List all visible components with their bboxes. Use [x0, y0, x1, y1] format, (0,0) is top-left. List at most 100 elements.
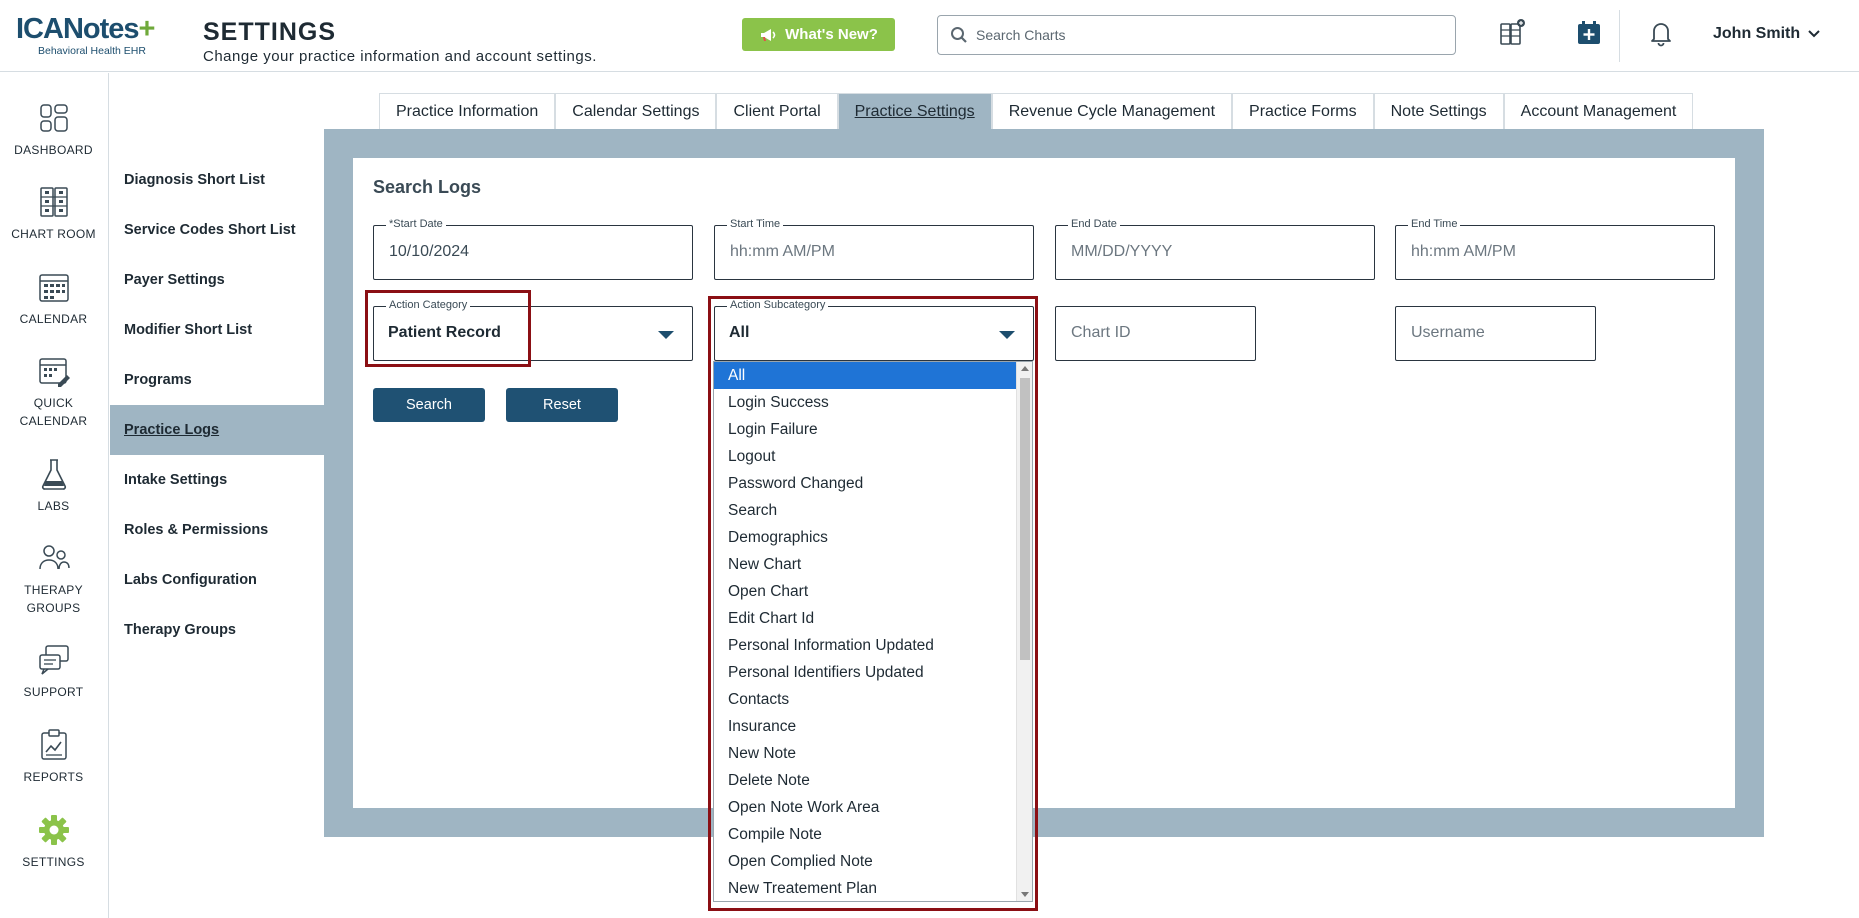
action-category-select[interactable]: Action Category Patient Record [373, 299, 693, 361]
dropdown-option[interactable]: Search [714, 497, 1017, 524]
dropdown-option[interactable]: Login Failure [714, 416, 1017, 443]
tab-practice-forms[interactable]: Practice Forms [1232, 93, 1374, 129]
chevron-down-icon [1808, 30, 1820, 38]
section-title: Search Logs [373, 177, 482, 197]
nav-label: QUICK CALENDAR [19, 396, 88, 428]
nav-settings[interactable]: SETTINGS [0, 813, 107, 871]
tab-revenue-cycle-management[interactable]: Revenue Cycle Management [991, 93, 1233, 129]
tab-practice-settings[interactable]: Practice Settings [837, 93, 992, 129]
dropdown-option[interactable]: Password Changed [714, 470, 1017, 497]
action-subcategory-dropdown-list[interactable]: All Login Success Login Failure Logout Passw… [713, 361, 1033, 902]
tab-client-portal[interactable]: Client Portal [716, 93, 838, 129]
nav-reports[interactable]: REPORTS [0, 728, 107, 786]
dropdown-option[interactable]: Login Success [714, 389, 1017, 416]
add-calendar-button[interactable] [1572, 16, 1606, 50]
nav-calendar[interactable]: CALENDAR [0, 270, 107, 328]
dropdown-option[interactable]: Open Complied Note [714, 848, 1017, 875]
icanotes-logo[interactable]: ICANotes+ Behavioral Health EHR [16, 14, 176, 60]
nav-dashboard[interactable]: DASHBOARD [0, 101, 107, 159]
username-field[interactable]: Username [1395, 306, 1596, 361]
action-subcategory-select[interactable]: Action Subcategory All [714, 299, 1034, 361]
search-charts-box[interactable] [937, 15, 1456, 55]
settings-tabs: Practice Information Calendar Settings C… [379, 93, 1694, 129]
submenu-diagnosis-short-list[interactable]: Diagnosis Short List [110, 155, 324, 205]
dropdown-option[interactable]: New Treatement Plan [714, 875, 1017, 901]
dropdown-option[interactable]: Open Chart [714, 578, 1017, 605]
action-subcategory-value: All [729, 324, 750, 341]
logo-wordmark: ICANotes [16, 13, 140, 45]
submenu-labs-configuration[interactable]: Labs Configuration [110, 555, 324, 605]
submenu-payer-settings[interactable]: Payer Settings [110, 255, 324, 305]
dropdown-option[interactable]: Contacts [714, 686, 1017, 713]
therapy-groups-icon [38, 545, 70, 570]
action-category-label: Action Category [386, 299, 471, 311]
dropdown-option[interactable]: Compile Note [714, 821, 1017, 848]
tab-calendar-settings[interactable]: Calendar Settings [555, 93, 717, 129]
chart-room-icon [39, 187, 68, 217]
start-time-placeholder: hh:mm AM/PM [730, 243, 835, 260]
dropdown-option[interactable]: Logout [714, 443, 1017, 470]
page-subtitle: Change your practice information and acc… [203, 48, 597, 65]
end-date-field[interactable]: End Date MM/DD/YYYY [1055, 218, 1375, 280]
user-menu[interactable]: John Smith [1713, 25, 1820, 43]
nav-labs[interactable]: LABS [0, 457, 107, 515]
nav-quick-calendar[interactable]: QUICK CALENDAR [0, 354, 107, 430]
calendar-icon [38, 274, 69, 302]
nav-chart-room[interactable]: CHART ROOM [0, 185, 107, 243]
dropdown-option[interactable]: Edit Chart Id [714, 605, 1017, 632]
start-time-field[interactable]: Start Time hh:mm AM/PM [714, 218, 1034, 280]
start-date-label: *Start Date [386, 218, 446, 230]
reset-button[interactable]: Reset [506, 388, 618, 422]
dropdown-option[interactable]: Personal Information Updated [714, 632, 1017, 659]
dropdown-caret-icon [658, 331, 674, 339]
app-header: ICANotes+ Behavioral Health EHR SETTINGS… [0, 0, 1859, 72]
dropdown-option[interactable]: New Note [714, 740, 1017, 767]
action-subcategory-label: Action Subcategory [727, 299, 829, 311]
dashboard-icon [39, 104, 68, 132]
submenu-therapy-groups[interactable]: Therapy Groups [110, 605, 324, 655]
submenu-intake-settings[interactable]: Intake Settings [110, 455, 324, 505]
tab-note-settings[interactable]: Note Settings [1373, 93, 1504, 129]
submenu-programs[interactable]: Programs [110, 355, 324, 405]
dropdown-option[interactable]: New Chart [714, 551, 1017, 578]
search-charts-input[interactable] [976, 27, 1436, 43]
calendar-add-icon [1578, 21, 1600, 44]
megaphone-icon [761, 28, 776, 41]
submenu-roles-permissions[interactable]: Roles & Permissions [110, 505, 324, 555]
end-time-placeholder: hh:mm AM/PM [1411, 243, 1516, 260]
submenu-service-codes-short-list[interactable]: Service Codes Short List [110, 205, 324, 255]
nav-support[interactable]: SUPPORT [0, 643, 107, 701]
whats-new-label: What's New? [785, 26, 878, 43]
dropdown-option[interactable]: Demographics [714, 524, 1017, 551]
submenu-practice-logs[interactable]: Practice Logs [110, 405, 324, 455]
whats-new-button[interactable]: What's New? [742, 18, 895, 51]
end-time-field[interactable]: End Time hh:mm AM/PM [1395, 218, 1715, 280]
end-date-label: End Date [1068, 218, 1120, 230]
chart-room-add-button[interactable] [1495, 16, 1529, 50]
action-category-value: Patient Record [388, 324, 501, 341]
page-title: SETTINGS [203, 18, 337, 46]
scrollbar-thumb[interactable] [1020, 378, 1030, 660]
labs-flask-icon [41, 459, 66, 490]
tab-practice-information[interactable]: Practice Information [379, 93, 556, 129]
end-date-placeholder: MM/DD/YYYY [1071, 243, 1173, 260]
dropdown-scrollbar[interactable] [1016, 362, 1032, 901]
nav-therapy-groups[interactable]: THERAPY GROUPS [0, 541, 107, 617]
quick-calendar-icon [38, 358, 70, 387]
dropdown-option[interactable]: Open Note Work Area [714, 794, 1017, 821]
notifications-button[interactable] [1644, 16, 1678, 50]
dropdown-option[interactable]: Delete Note [714, 767, 1017, 794]
submenu-modifier-short-list[interactable]: Modifier Short List [110, 305, 324, 355]
start-date-value: 10/10/2024 [389, 243, 470, 260]
scroll-down-arrow-icon[interactable] [1021, 892, 1029, 897]
tab-account-management[interactable]: Account Management [1503, 93, 1694, 129]
dropdown-option[interactable]: All [714, 362, 1017, 389]
dropdown-option[interactable]: Personal Identifiers Updated [714, 659, 1017, 686]
search-button[interactable]: Search [373, 388, 485, 422]
header-divider [1619, 10, 1620, 62]
start-date-field[interactable]: *Start Date 10/10/2024 [373, 218, 693, 280]
chart-id-field[interactable]: Chart ID [1055, 306, 1256, 361]
dropdown-option[interactable]: Insurance [714, 713, 1017, 740]
scroll-up-arrow-icon[interactable] [1021, 366, 1029, 371]
nav-label: SETTINGS [22, 855, 85, 869]
